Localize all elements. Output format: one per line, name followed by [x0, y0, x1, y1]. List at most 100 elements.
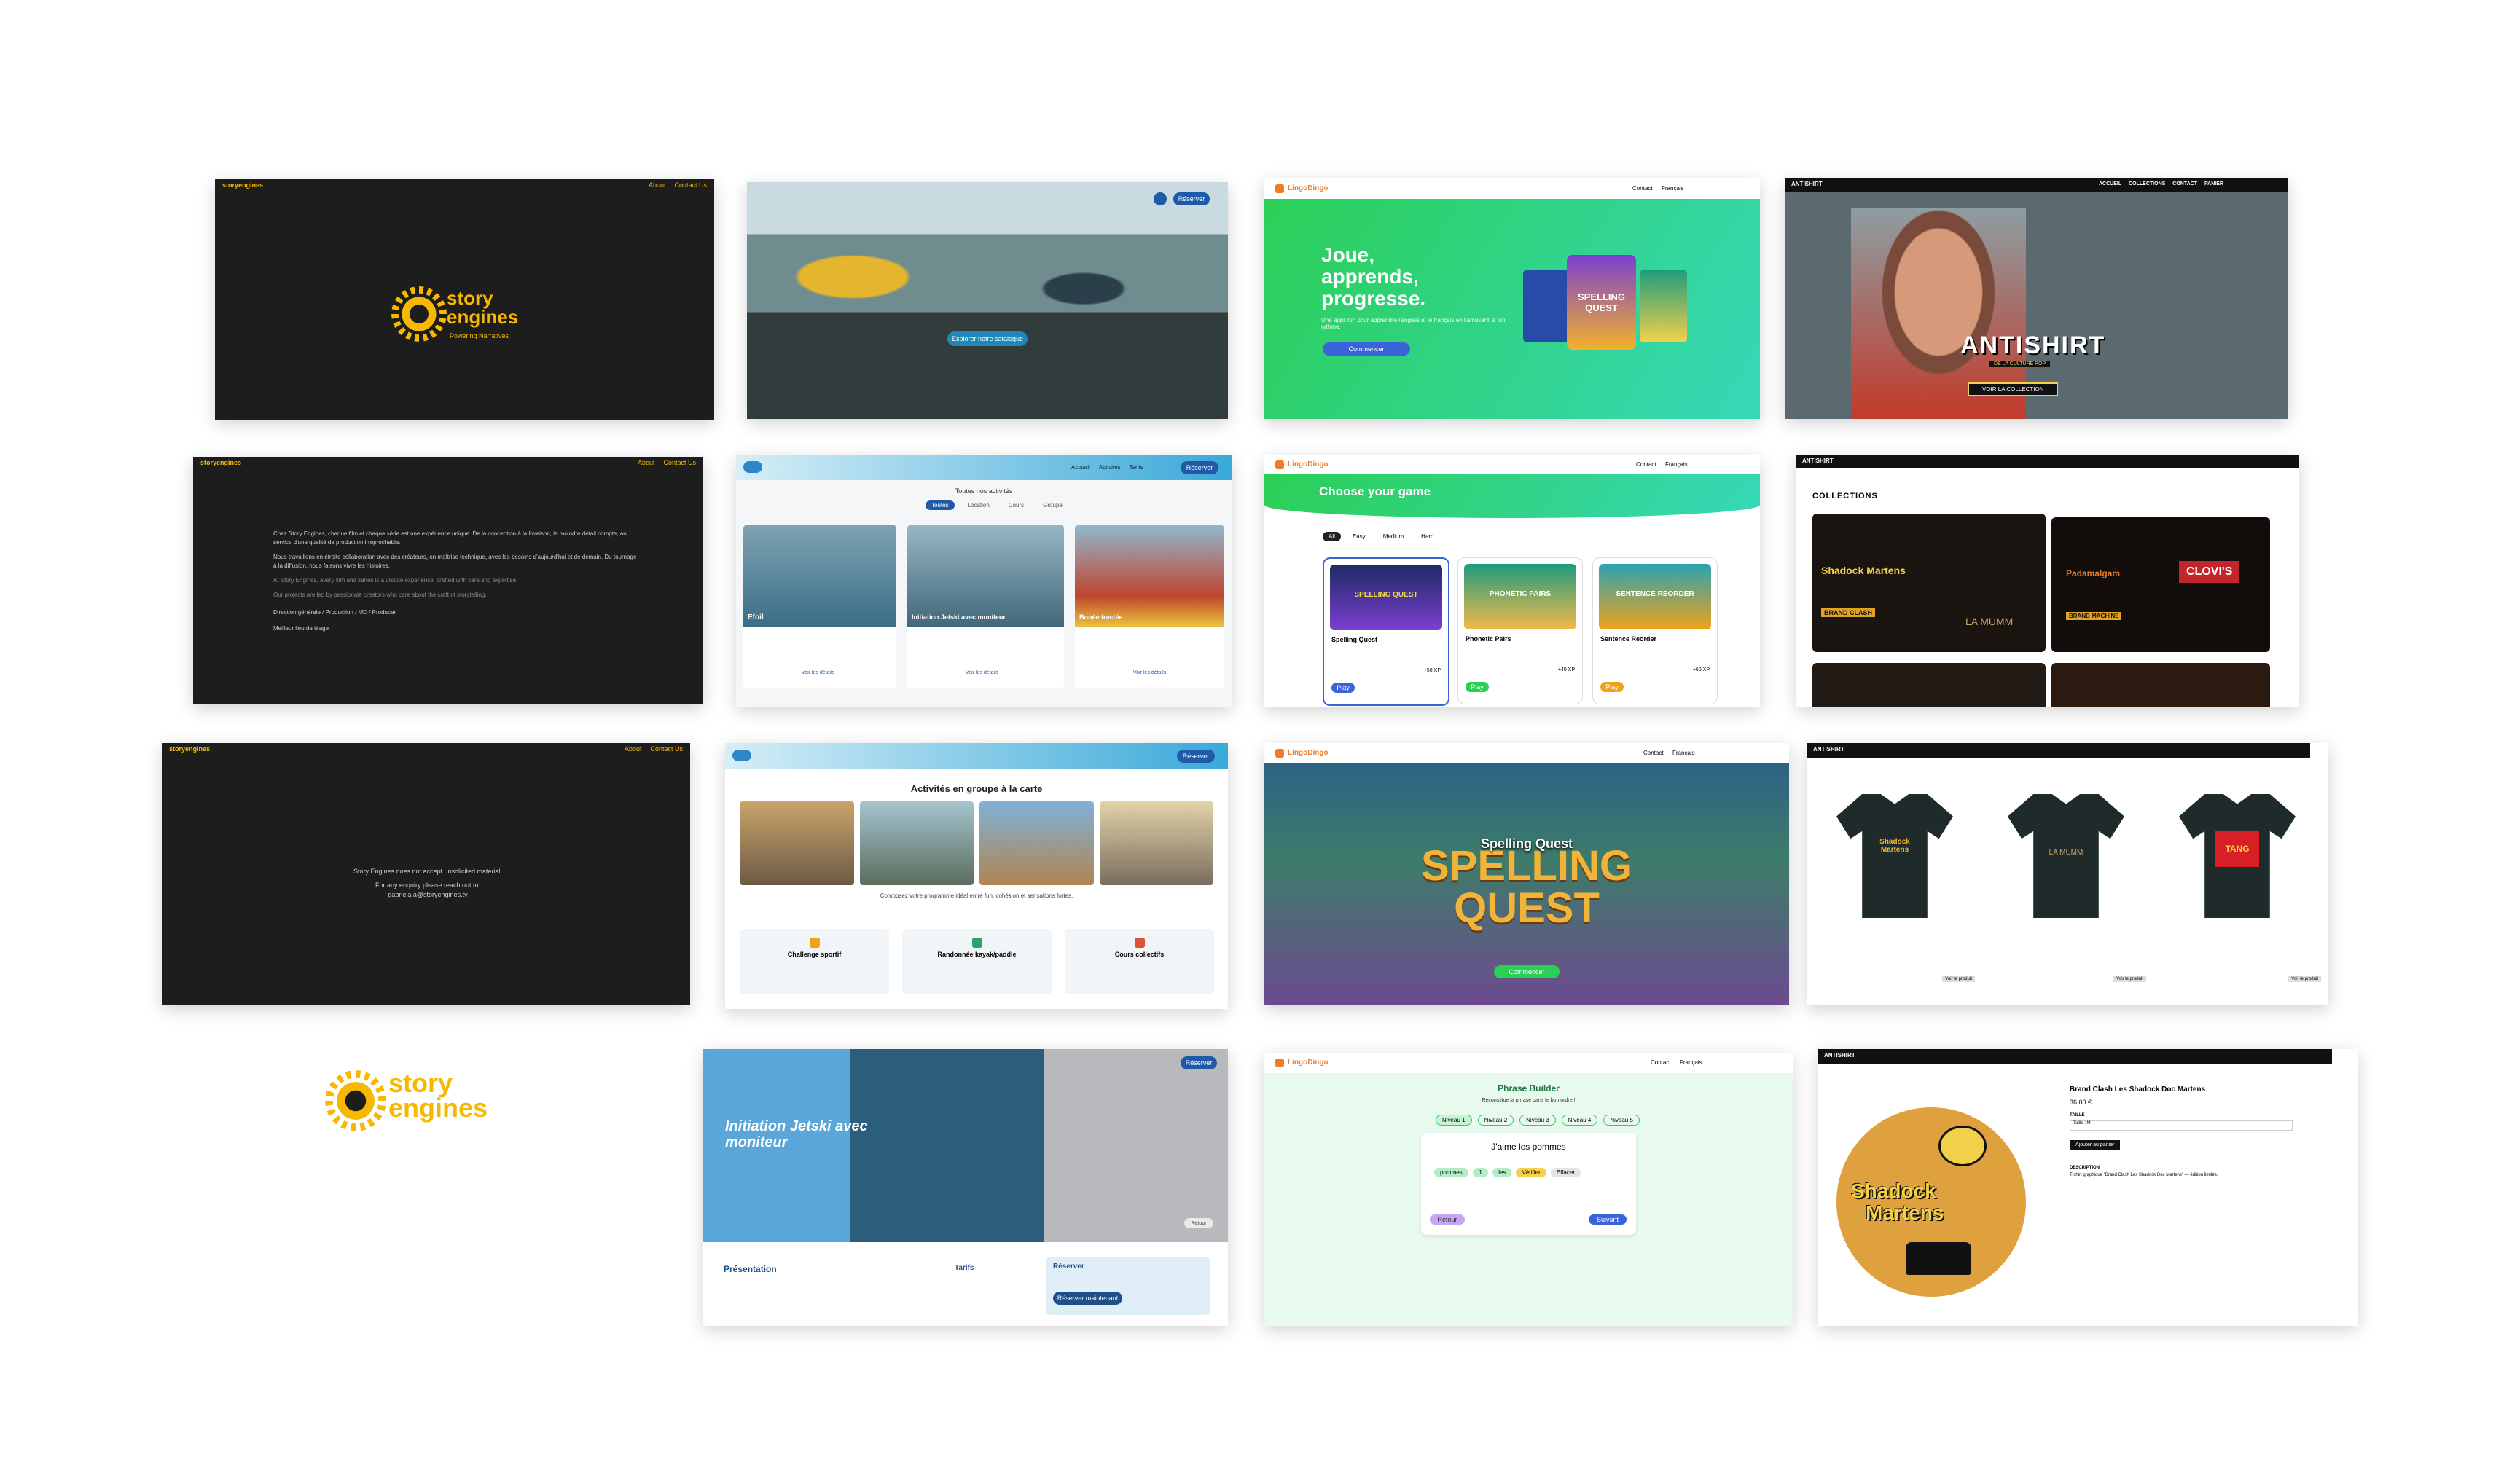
level-tab[interactable]: Niveau 5 [1603, 1115, 1640, 1126]
level-tab[interactable]: Niveau 3 [1519, 1115, 1556, 1126]
level-tab[interactable]: Niveau 4 [1561, 1115, 1598, 1126]
view-product-label[interactable]: Voir le produit [1942, 976, 1975, 982]
game-card[interactable]: SENTENCE REORDER Sentence Reorder Play +… [1592, 557, 1718, 704]
nav-contact-link[interactable]: Contact [1643, 750, 1664, 756]
nav-links: Accueil Activités Tarifs [1071, 464, 1143, 471]
site-logo-icon[interactable] [732, 750, 751, 761]
reserve-button[interactable]: Réserver [1173, 192, 1210, 205]
view-product-label[interactable]: Voir le produit [2113, 976, 2146, 982]
phrase-panel: J'aime les pommes pommes J' les Vérifier… [1421, 1133, 1636, 1235]
nav-contact-link[interactable]: Contact Us [663, 459, 696, 466]
nav-activities-link[interactable]: Activités [1099, 464, 1121, 471]
lessons-icon [1134, 938, 1145, 948]
product-tile[interactable]: Shadock Martens Voir le produit [1815, 780, 1975, 984]
collection-tile[interactable] [2051, 663, 2270, 707]
nav-home-link[interactable]: Accueil [1071, 464, 1090, 471]
sun-logo-icon [397, 292, 441, 336]
cart-icon[interactable] [1154, 192, 1167, 205]
story-nav-brand[interactable]: storyengines [200, 459, 241, 466]
nav-about-link[interactable]: About [625, 745, 642, 753]
filter-all[interactable]: All [1323, 532, 1341, 541]
check-button[interactable]: Vérifier [1516, 1168, 1546, 1177]
play-button[interactable]: Play [1600, 682, 1624, 692]
book-now-button[interactable]: Réserver maintenant [1053, 1292, 1122, 1305]
collection-tile[interactable]: Shadock Martens BRAND CLASH LA MUMM [1812, 514, 2046, 652]
nav-cart-link[interactable]: PANIER [2204, 181, 2223, 187]
nav-home-link[interactable]: ACCUEIL [2099, 181, 2121, 187]
lingo-brand[interactable]: LingoDingo [1288, 1059, 1329, 1067]
next-button[interactable]: Suivant [1589, 1214, 1627, 1225]
site-logo-icon[interactable] [743, 461, 762, 473]
filter-tab-lessons[interactable]: Cours [1003, 500, 1030, 510]
start-button[interactable]: Commencer [1323, 342, 1410, 356]
lingo-brand[interactable]: LingoDingo [1288, 460, 1329, 468]
filter-tab-all[interactable]: Toutes [926, 500, 955, 510]
antishirt-brand[interactable]: ANTISHIRT [1824, 1052, 1855, 1059]
add-to-cart-button[interactable]: Ajouter au panier [2070, 1140, 2121, 1150]
language-select[interactable]: Français [1680, 1059, 1702, 1066]
language-select[interactable]: Français [1672, 750, 1695, 756]
back-button[interactable]: Retour [1184, 1218, 1213, 1228]
language-select[interactable]: Français [1662, 185, 1684, 192]
word-chip[interactable]: les [1492, 1168, 1512, 1177]
activity-card[interactable]: Initiation Jetski avec moniteur Voir les… [907, 525, 1064, 688]
activity-card[interactable]: Efoil Voir les détails [743, 525, 896, 688]
nav-about-link[interactable]: About [649, 181, 666, 189]
filter-hard[interactable]: Hard [1415, 532, 1439, 541]
nav-contact-link[interactable]: Contact [1636, 461, 1656, 468]
clear-button[interactable]: Effacer [1550, 1168, 1581, 1177]
contact-email-link[interactable]: gabriela.a@storyengines.tv [308, 890, 548, 900]
product-tile[interactable]: LA MUMM Voir le produit [1986, 780, 2146, 984]
story-nav-brand[interactable]: storyengines [169, 745, 210, 753]
word-chip[interactable]: J' [1472, 1168, 1489, 1177]
lingo-brand[interactable]: LingoDingo [1288, 184, 1329, 192]
nav-contact-link[interactable]: Contact [1632, 185, 1653, 192]
filter-easy[interactable]: Easy [1347, 532, 1372, 541]
group-option-card[interactable]: Randonnée kayak/paddle [902, 929, 1052, 994]
collection-tile[interactable] [1812, 663, 2046, 707]
group-option-card[interactable]: Challenge sportif [740, 929, 889, 994]
fox-logo-icon [1275, 460, 1284, 469]
quest-start-button[interactable]: Commencer [1494, 965, 1560, 978]
game-card[interactable]: PHONETIC PAIRS Phonetic Pairs Play +40 X… [1457, 557, 1583, 704]
tshirt-image: Shadock Martens [1836, 794, 1953, 918]
size-select[interactable]: Taille : M [2070, 1120, 2293, 1131]
language-select[interactable]: Français [1665, 461, 1688, 468]
nav-prices-link[interactable]: Tarifs [1130, 464, 1143, 471]
lingo-brand[interactable]: LingoDingo [1288, 749, 1329, 757]
activity-card[interactable]: Bouée tractée Voir les détails [1075, 525, 1224, 688]
group-option-card[interactable]: Cours collectifs [1065, 929, 1214, 994]
reserve-button[interactable]: Réserver [1181, 461, 1218, 474]
filter-medium[interactable]: Medium [1377, 532, 1409, 541]
game-card[interactable]: SPELLING QUEST Spelling Quest Play +50 X… [1323, 557, 1449, 706]
hero-catalog-button[interactable]: Explorer notre catalogue [947, 331, 1028, 346]
reserve-button[interactable]: Réserver [1177, 750, 1215, 763]
activity-more-link[interactable]: Voir les détails [802, 670, 834, 675]
back-button[interactable]: Retour [1430, 1214, 1465, 1225]
nav-about-link[interactable]: About [638, 459, 655, 466]
collection-name: Shadock Martens [1821, 565, 1906, 576]
nav-collections-link[interactable]: COLLECTIONS [2129, 181, 2165, 187]
activity-more-link[interactable]: Voir les détails [966, 670, 998, 675]
nav-contact-link[interactable]: CONTACT [2172, 181, 2197, 187]
antishirt-brand[interactable]: ANTISHIRT [1791, 181, 1823, 187]
play-button[interactable]: Play [1466, 682, 1489, 692]
story-nav-brand[interactable]: storyengines [222, 181, 263, 189]
level-tab[interactable]: Niveau 1 [1436, 1115, 1472, 1126]
reserve-button[interactable]: Réserver [1181, 1056, 1217, 1069]
view-product-label[interactable]: Voir le produit [2288, 976, 2321, 982]
antishirt-brand[interactable]: ANTISHIRT [1813, 746, 1844, 753]
nav-contact-link[interactable]: Contact Us [650, 745, 683, 753]
collection-tile[interactable]: Padamalgam CLOVI'S BRAND MACHINE [2051, 517, 2270, 652]
filter-tab-group[interactable]: Groupe [1037, 500, 1068, 510]
play-button[interactable]: Play [1331, 683, 1355, 693]
filter-tab-rental[interactable]: Location [962, 500, 995, 510]
word-chip[interactable]: pommes [1434, 1168, 1468, 1177]
product-tile[interactable]: TANG Voir le produit [2157, 780, 2321, 984]
nav-contact-link[interactable]: Contact Us [674, 181, 707, 189]
antishirt-brand[interactable]: ANTISHIRT [1802, 458, 1834, 464]
hero-cta[interactable]: VOIR LA COLLECTION [1968, 382, 2059, 396]
activity-more-link[interactable]: Voir les détails [1133, 670, 1166, 675]
level-tab[interactable]: Niveau 2 [1477, 1115, 1514, 1126]
nav-contact-link[interactable]: Contact [1651, 1059, 1671, 1066]
